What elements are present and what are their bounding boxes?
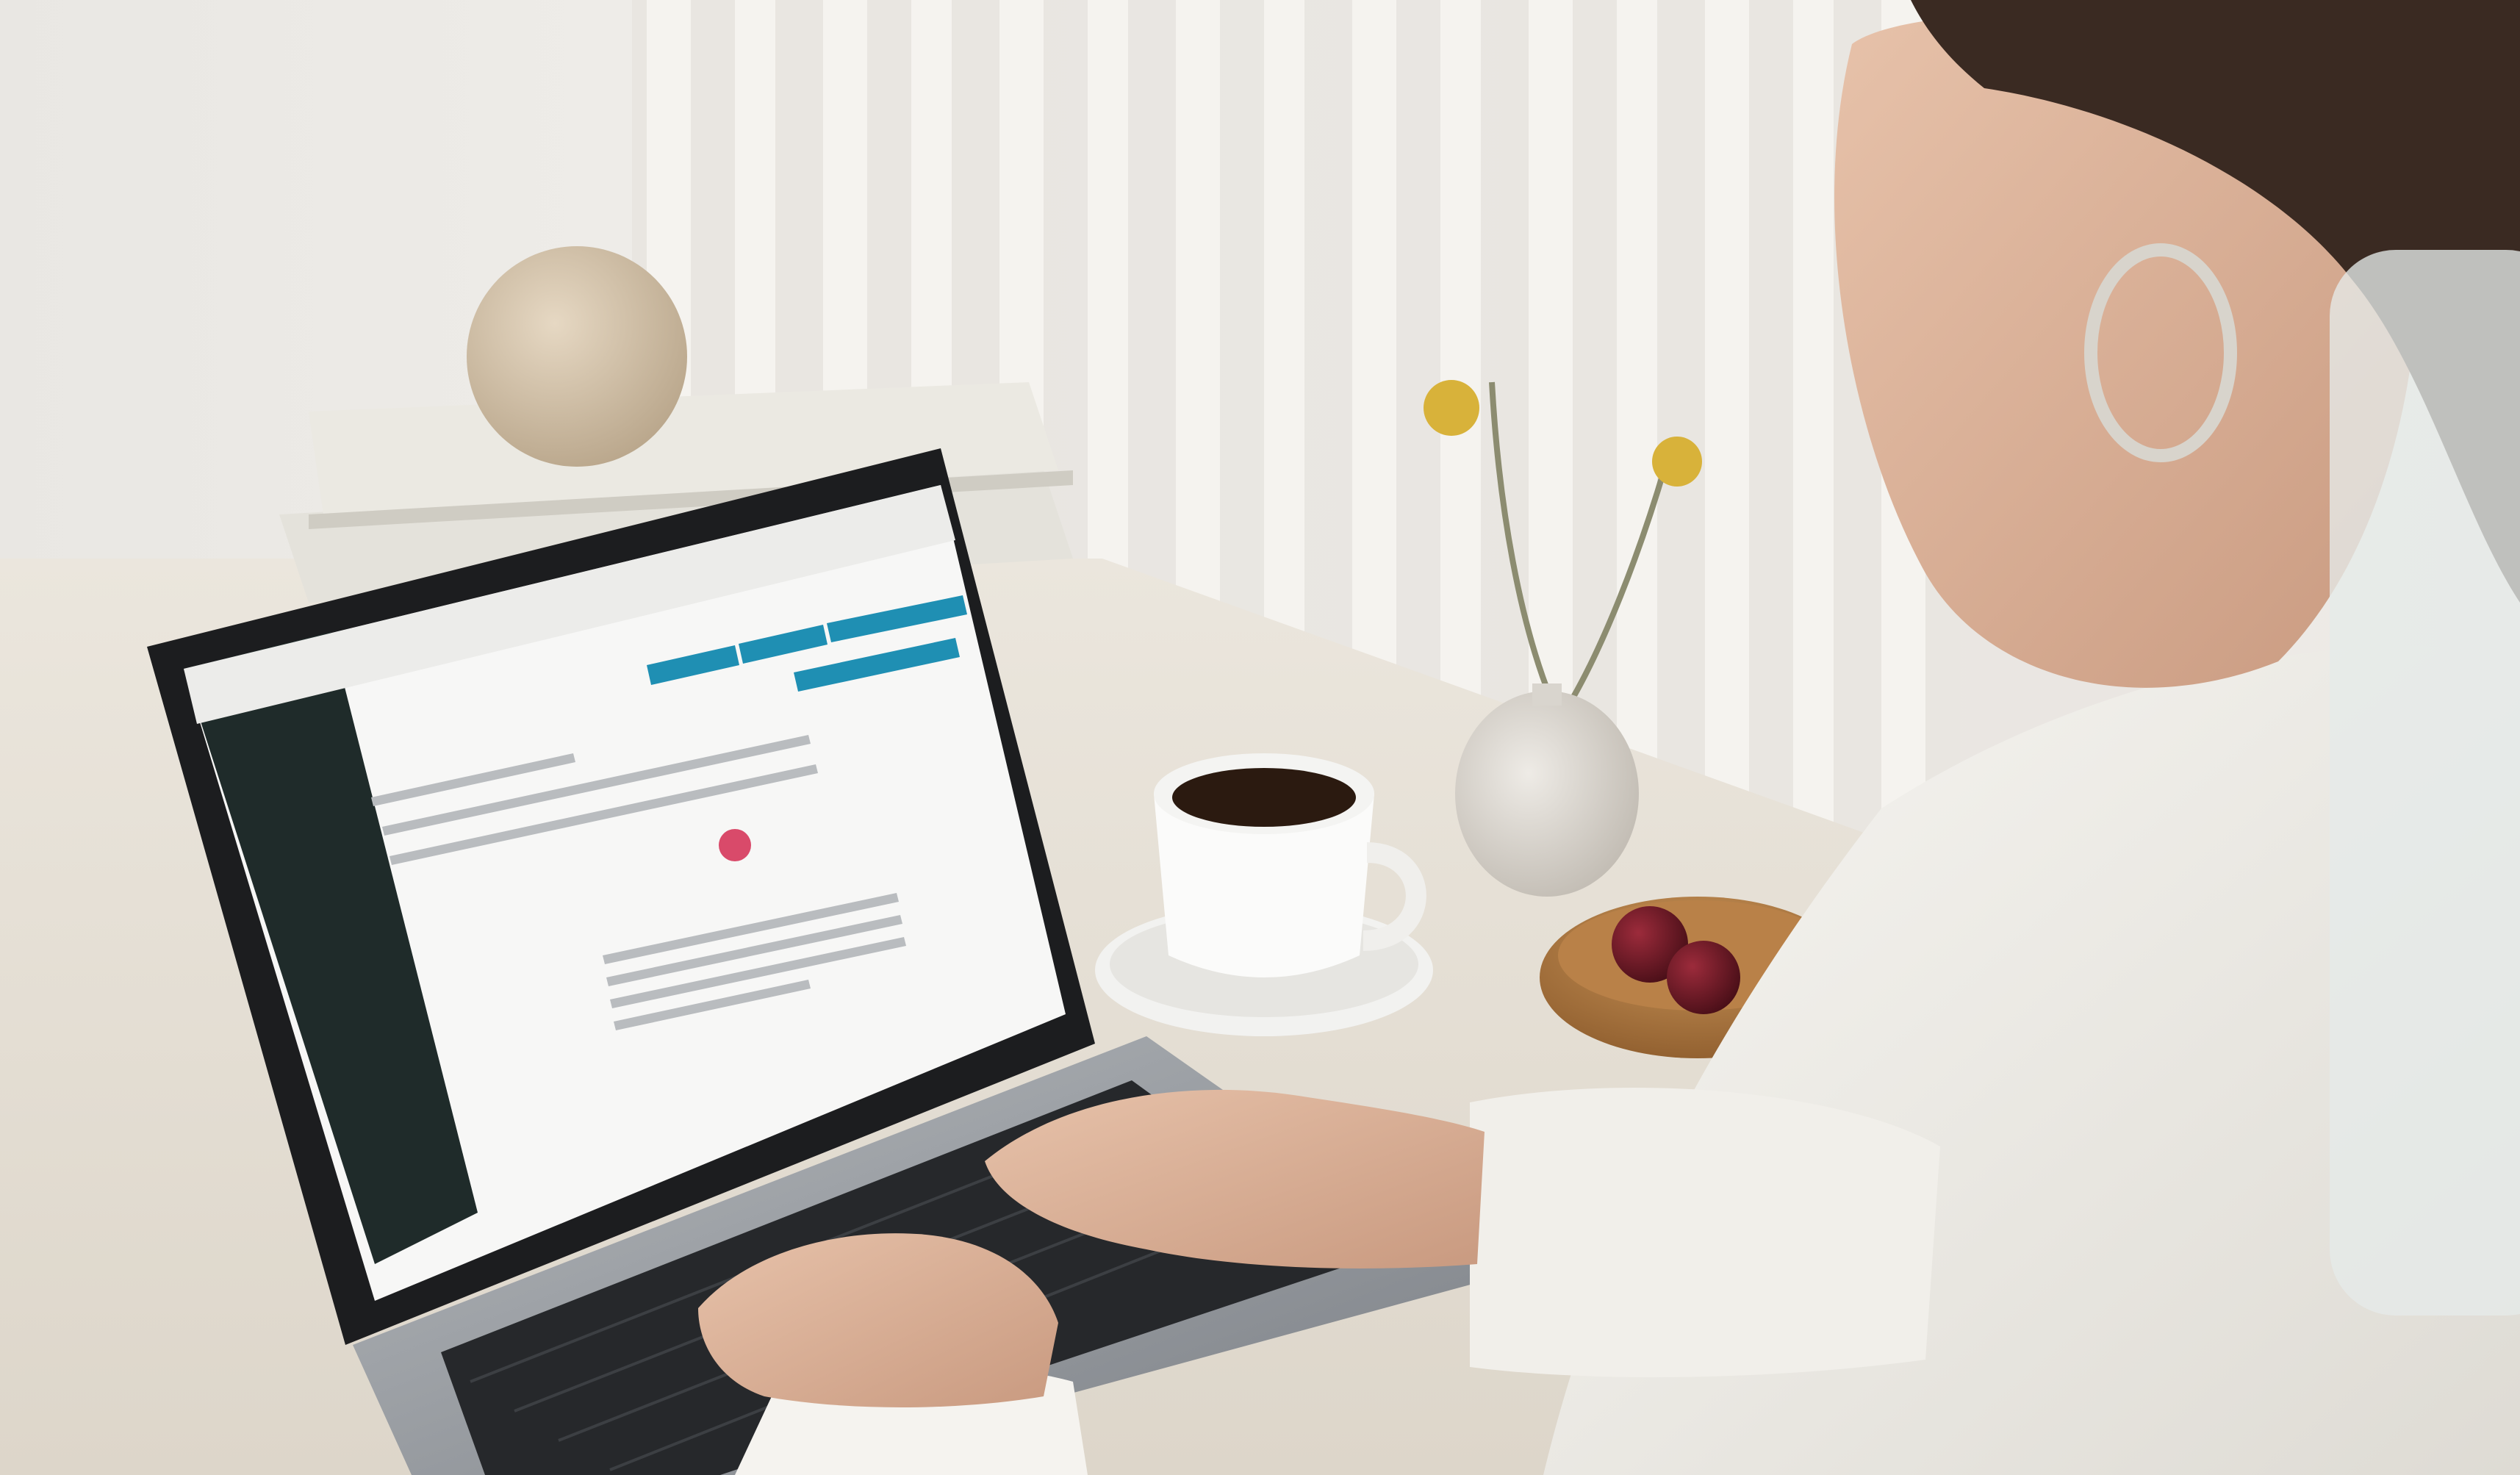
- frosted-panel: [2330, 250, 2520, 1316]
- photo-canvas: [0, 0, 2520, 1475]
- sphere-icon: [467, 246, 687, 467]
- photo-scene: [0, 0, 2520, 1475]
- screen-logo: [719, 829, 751, 861]
